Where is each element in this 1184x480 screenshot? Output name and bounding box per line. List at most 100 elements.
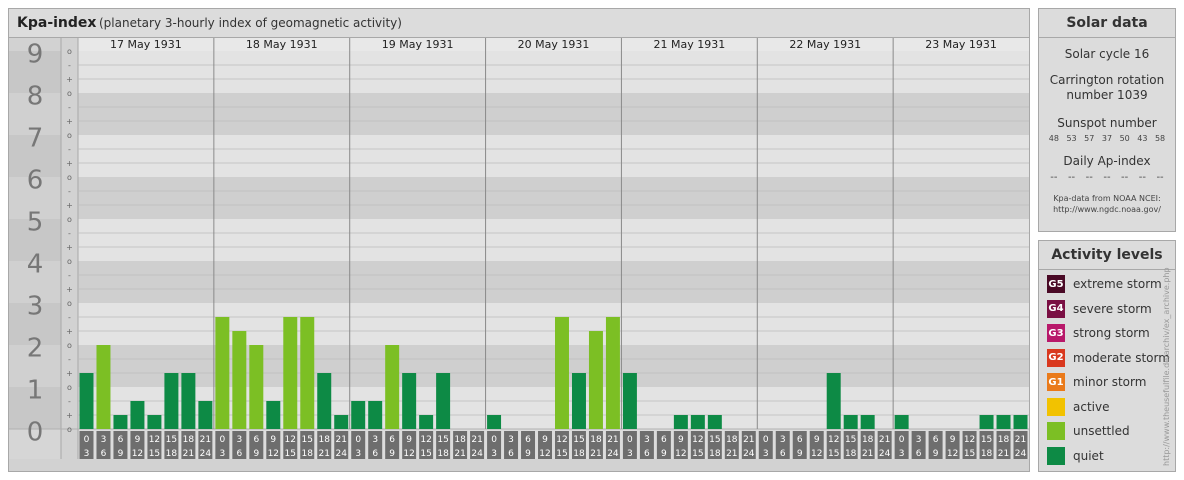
y-tick-label: 0	[27, 418, 44, 448]
g4-badge: G4	[1047, 299, 1065, 318]
active-swatch	[1047, 397, 1065, 416]
g2-badge: G2	[1047, 348, 1065, 367]
interval-start-label: 3	[916, 435, 922, 445]
g3-badge: G3	[1047, 324, 1065, 343]
interval-end-label: 3	[491, 449, 497, 459]
interval-start-label: 15	[166, 435, 177, 445]
interval-end-label: 18	[709, 449, 721, 459]
interval-start-label: 0	[84, 435, 90, 445]
interval-end-label: 24	[879, 449, 891, 459]
legend-label: severe storm	[1073, 301, 1152, 316]
kp-bar	[605, 316, 620, 429]
interval-start-label: 15	[302, 435, 313, 445]
sub-tick-label: +	[66, 75, 73, 84]
unsettled-swatch	[1047, 422, 1065, 441]
interval-start-label: 12	[149, 435, 160, 445]
y-tick-label: 4	[27, 250, 44, 280]
interval-start-label: 3	[236, 435, 242, 445]
interval-end-label: 21	[319, 449, 330, 459]
interval-end-label: 9	[933, 449, 939, 459]
sunspot-values: 48 53 57 37 50 43 58	[1039, 134, 1175, 143]
sub-tick-label: -	[68, 187, 71, 196]
interval-end-label: 18	[981, 449, 993, 459]
interval-end-label: 18	[302, 449, 314, 459]
kp-bar	[113, 415, 128, 429]
interval-start-label: 15	[437, 435, 448, 445]
interval-start-label: 18	[726, 435, 738, 445]
kp-bar	[232, 331, 247, 429]
y-band	[78, 135, 1029, 177]
ap-value: --	[1138, 172, 1146, 183]
data-source-link[interactable]: http://www.ngdc.noaa.gov/	[1039, 204, 1175, 215]
sub-tick-label: +	[66, 243, 73, 252]
kp-bar	[181, 373, 196, 429]
interval-start-label: 3	[372, 435, 378, 445]
interval-start-label: 12	[420, 435, 431, 445]
interval-end-label: 9	[525, 449, 531, 459]
sub-tick-label: -	[68, 145, 71, 154]
sub-tick-label: o	[67, 257, 72, 266]
interval-start-label: 18	[454, 435, 466, 445]
interval-start-label: 9	[542, 435, 548, 445]
sub-tick-label: o	[67, 131, 72, 140]
interval-start-label: 12	[692, 435, 703, 445]
interval-start-label: 0	[491, 435, 497, 445]
interval-end-label: 18	[573, 449, 585, 459]
sunspot-value: 48	[1048, 134, 1059, 143]
interval-start-label: 15	[709, 435, 720, 445]
ap-value: --	[1156, 172, 1164, 183]
sub-tick-label: +	[66, 117, 73, 126]
interval-start-label: 15	[981, 435, 992, 445]
interval-end-label: 21	[862, 449, 873, 459]
y-tick-label: 7	[27, 124, 44, 154]
interval-start-label: 18	[183, 435, 195, 445]
interval-end-label: 15	[556, 449, 567, 459]
interval-start-label: 9	[950, 435, 956, 445]
interval-start-label: 18	[319, 435, 331, 445]
kp-bar	[860, 415, 875, 429]
kp-bar	[487, 415, 502, 429]
ap-value: --	[1121, 172, 1129, 183]
kp-bar	[843, 415, 858, 429]
interval-start-label: 6	[253, 435, 259, 445]
kp-bar	[351, 400, 366, 429]
interval-end-label: 3	[84, 449, 90, 459]
sub-tick-label: o	[67, 341, 72, 350]
g5-badge: G5	[1047, 275, 1065, 294]
day-label: 21 May 1931	[653, 38, 725, 51]
kp-bar	[402, 373, 417, 429]
interval-start-label: 9	[270, 435, 276, 445]
interval-start-label: 21	[200, 435, 211, 445]
day-label: 22 May 1931	[789, 38, 861, 51]
sub-tick-label: o	[67, 47, 72, 56]
kp-bar	[334, 415, 349, 429]
interval-end-label: 24	[1015, 449, 1027, 459]
interval-end-label: 6	[236, 449, 242, 459]
interval-start-label: 3	[101, 435, 107, 445]
interval-end-label: 12	[539, 449, 550, 459]
legend-quiet: quiet	[1039, 444, 1175, 469]
interval-end-label: 3	[899, 449, 905, 459]
interval-end-label: 18	[845, 449, 857, 459]
interval-start-label: 3	[644, 435, 650, 445]
interval-start-label: 9	[814, 435, 820, 445]
carrington-rotation-number: number 1039	[1066, 88, 1148, 102]
sub-tick-label: o	[67, 89, 72, 98]
interval-start-label: 0	[355, 435, 361, 445]
interval-end-label: 6	[101, 449, 107, 459]
kp-bar	[690, 415, 705, 429]
sub-tick-label: o	[67, 425, 72, 434]
kp-bar	[673, 415, 688, 429]
kp-bar	[894, 415, 909, 429]
sub-tick-label: -	[68, 355, 71, 364]
interval-start-label: 6	[797, 435, 803, 445]
interval-start-label: 15	[845, 435, 856, 445]
y-band	[78, 219, 1029, 261]
sub-tick-label: o	[67, 299, 72, 308]
ap-value: --	[1085, 172, 1093, 183]
sunspot-value: 57	[1084, 134, 1095, 143]
interval-end-label: 9	[118, 449, 124, 459]
interval-start-label: 21	[607, 435, 618, 445]
sub-tick-label: o	[67, 215, 72, 224]
sub-tick-label: +	[66, 285, 73, 294]
